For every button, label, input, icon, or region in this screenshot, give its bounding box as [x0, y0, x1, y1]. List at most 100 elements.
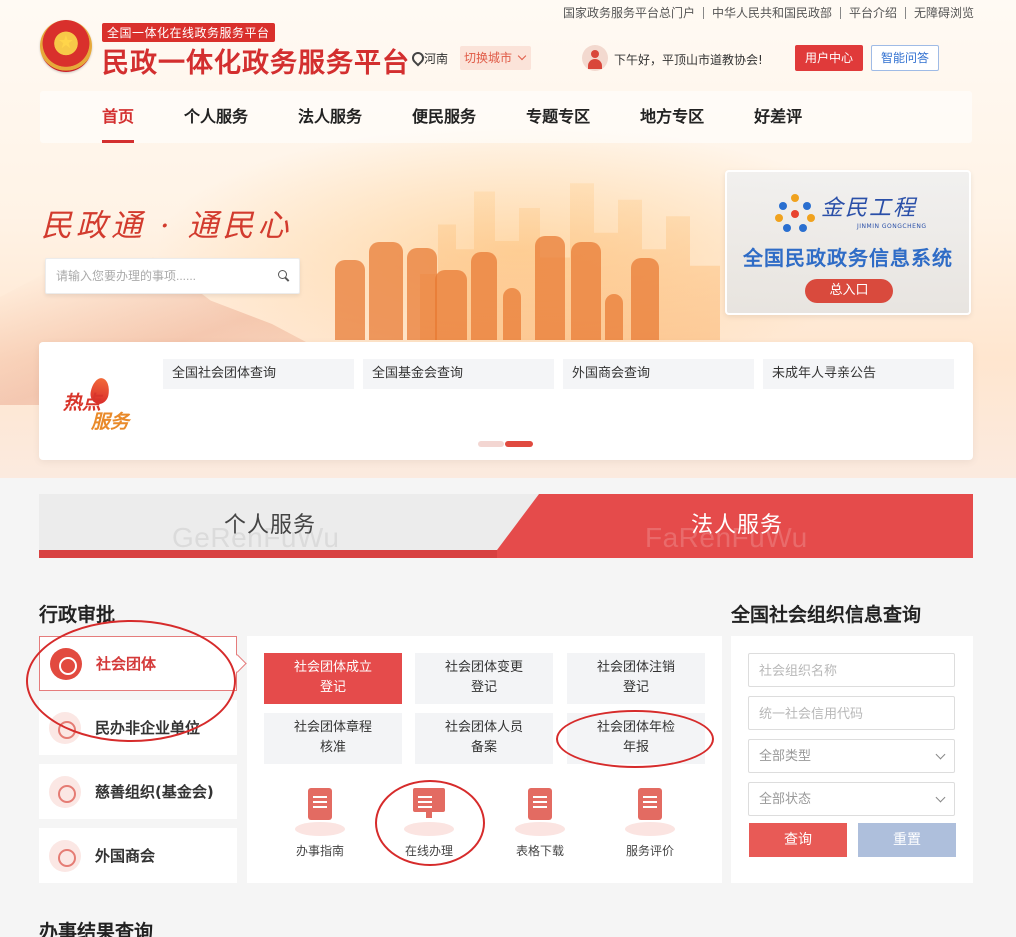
- carousel-dot-active[interactable]: [505, 441, 533, 447]
- jinmin-logo-icon: [775, 194, 815, 234]
- status-select[interactable]: 全部状态: [748, 782, 955, 816]
- query-button[interactable]: 查询: [749, 823, 847, 857]
- social-groups-icon: [50, 647, 82, 680]
- matter-establishment-registration[interactable]: 社会团体成立 登记: [264, 653, 402, 704]
- computer-monitor-icon: [404, 788, 454, 836]
- matter-line: 社会团体变更: [444, 660, 523, 675]
- jinmin-pinyin: JINMIN GONGCHENG: [857, 223, 927, 230]
- family-silhouette-illustration: [335, 228, 680, 340]
- greeting-text: 下午好，平顶山市道教协会!: [614, 53, 763, 67]
- ai-assistant-button[interactable]: 智能问答: [871, 45, 939, 71]
- reset-button[interactable]: 重置: [858, 823, 956, 857]
- matter-line: 年报: [622, 740, 649, 755]
- tool-label: 表格下载: [515, 844, 564, 858]
- matters-panel: 社会团体成立 登记 社会团体变更 登记 社会团体注销 登记 社会团体章程 核准 …: [247, 636, 722, 883]
- matter-personnel-filing[interactable]: 社会团体人员 备案: [415, 713, 553, 764]
- switch-city-button[interactable]: 切换城市: [460, 46, 531, 70]
- charity-heart-icon: [49, 775, 81, 808]
- tool-form-download[interactable]: 表格下载: [495, 788, 585, 859]
- hot-item-foreign-chambers[interactable]: 外国商会查询: [563, 359, 754, 389]
- download-form-icon: [515, 788, 565, 836]
- search-box: [45, 258, 300, 294]
- category-label: 社会团体: [96, 655, 157, 673]
- matter-line: 登记: [622, 680, 649, 695]
- evaluation-star-icon: [625, 788, 675, 836]
- search-icon[interactable]: [278, 270, 289, 281]
- hot-item-minor-family-search[interactable]: 未成年人寻亲公告: [763, 359, 954, 389]
- avatar[interactable]: [582, 45, 608, 71]
- main-nav: 首页 个人服务 法人服务 便民服务 专题专区 地方专区 好差评: [40, 91, 972, 143]
- switch-city-label: 切换城市: [464, 51, 513, 65]
- tab-corporate-services[interactable]: FaRenFuWu 法人服务: [497, 494, 973, 550]
- matter-line: 社会团体注销: [596, 660, 675, 675]
- hot-services-logo: 热点 服务: [59, 376, 139, 433]
- matter-line: 社会团体人员: [444, 720, 523, 735]
- tool-label: 办事指南: [295, 844, 344, 858]
- nav-personal-services[interactable]: 个人服务: [184, 91, 248, 143]
- service-tabs: GeRenFuWu 个人服务 FaRenFuWu 法人服务: [39, 494, 973, 558]
- tool-label: 在线办理: [404, 844, 453, 858]
- tool-online-processing[interactable]: 在线办理: [384, 788, 474, 859]
- platform-tag: 全国一体化在线政务服务平台: [102, 23, 275, 42]
- org-query-heading: 全国社会组织信息查询: [731, 604, 922, 626]
- org-name-input[interactable]: [748, 653, 955, 687]
- chevron-down-icon: [517, 51, 527, 61]
- org-query-panel: 全部类型 全部状态 查询 重置: [731, 636, 973, 883]
- category-label: 慈善组织(基金会): [95, 783, 214, 801]
- credit-code-input[interactable]: [748, 696, 955, 730]
- link-ministry[interactable]: 中华人民共和国民政部: [704, 7, 841, 19]
- hot-item-social-groups[interactable]: 全国社会团体查询: [163, 359, 354, 389]
- chamber-icon: [49, 839, 81, 872]
- hot-services-panel: 热点 服务 全国社会团体查询 全国基金会查询 外国商会查询 未成年人寻亲公告: [39, 342, 973, 460]
- user-center-button[interactable]: 用户中心: [795, 45, 863, 71]
- location-label: 河南: [424, 52, 449, 66]
- matter-line: 登记: [470, 680, 497, 695]
- type-select[interactable]: 全部类型: [748, 739, 955, 773]
- matter-line: 社会团体年检: [596, 720, 675, 735]
- nav-home[interactable]: 首页: [102, 91, 135, 143]
- link-national-portal[interactable]: 国家政务服务平台总门户: [555, 7, 704, 19]
- category-social-groups[interactable]: 社会团体: [39, 636, 237, 691]
- jinmin-entry-card[interactable]: 金民工程 JINMIN GONGCHENG 全国民政政务信息系统 总入口: [725, 170, 971, 315]
- jinmin-name: 金民工程: [821, 196, 918, 221]
- tab-corporate-label: 法人服务: [691, 513, 784, 538]
- building-icon: [49, 711, 81, 744]
- tab-personal-label: 个人服务: [224, 513, 317, 538]
- matter-line: 核准: [319, 740, 346, 755]
- category-private-non-enterprise[interactable]: 民办非企业单位: [39, 700, 237, 755]
- nav-evaluation[interactable]: 好差评: [754, 91, 802, 143]
- category-label: 外国商会: [95, 847, 156, 865]
- category-charity[interactable]: 慈善组织(基金会): [39, 764, 237, 819]
- nav-special-topics[interactable]: 专题专区: [526, 91, 590, 143]
- link-platform-intro[interactable]: 平台介绍: [841, 7, 906, 19]
- matter-line: 备案: [470, 740, 497, 755]
- matter-line: 社会团体章程: [293, 720, 372, 735]
- hot-item-foundations[interactable]: 全国基金会查询: [363, 359, 554, 389]
- matter-annual-inspection[interactable]: 社会团体年检 年报: [567, 713, 705, 764]
- matter-change-registration[interactable]: 社会团体变更 登记: [415, 653, 553, 704]
- location-pin-icon: [411, 52, 421, 65]
- tab-personal-services[interactable]: GeRenFuWu 个人服务: [39, 494, 539, 553]
- matter-cancellation-registration[interactable]: 社会团体注销 登记: [567, 653, 705, 704]
- jinmin-entry-button[interactable]: 总入口: [805, 279, 893, 303]
- jinmin-title: 全国民政政务信息系统: [743, 246, 953, 270]
- location: 河南: [411, 50, 448, 67]
- status-select-value: 全部状态: [759, 791, 812, 806]
- nav-local-zones[interactable]: 地方专区: [640, 91, 704, 143]
- type-select-value: 全部类型: [759, 748, 812, 763]
- guide-book-icon: [295, 788, 345, 836]
- tool-service-guide[interactable]: 办事指南: [275, 788, 365, 859]
- matter-charter-approval[interactable]: 社会团体章程 核准: [264, 713, 402, 764]
- category-foreign-chambers[interactable]: 外国商会: [39, 828, 237, 883]
- page-title: 民政一体化政务服务平台: [102, 48, 410, 79]
- chevron-down-icon: [935, 792, 946, 803]
- tabs-underline-bar: [39, 550, 973, 558]
- carousel-dot[interactable]: [478, 441, 504, 447]
- nav-convenience-services[interactable]: 便民服务: [412, 91, 476, 143]
- search-input[interactable]: [46, 259, 256, 293]
- link-accessibility[interactable]: 无障碍浏览: [906, 7, 974, 19]
- chevron-down-icon: [935, 749, 946, 760]
- tool-service-evaluation[interactable]: 服务评价: [605, 788, 695, 859]
- nav-corporate-services[interactable]: 法人服务: [298, 91, 362, 143]
- admin-approval-heading: 行政审批: [39, 604, 116, 626]
